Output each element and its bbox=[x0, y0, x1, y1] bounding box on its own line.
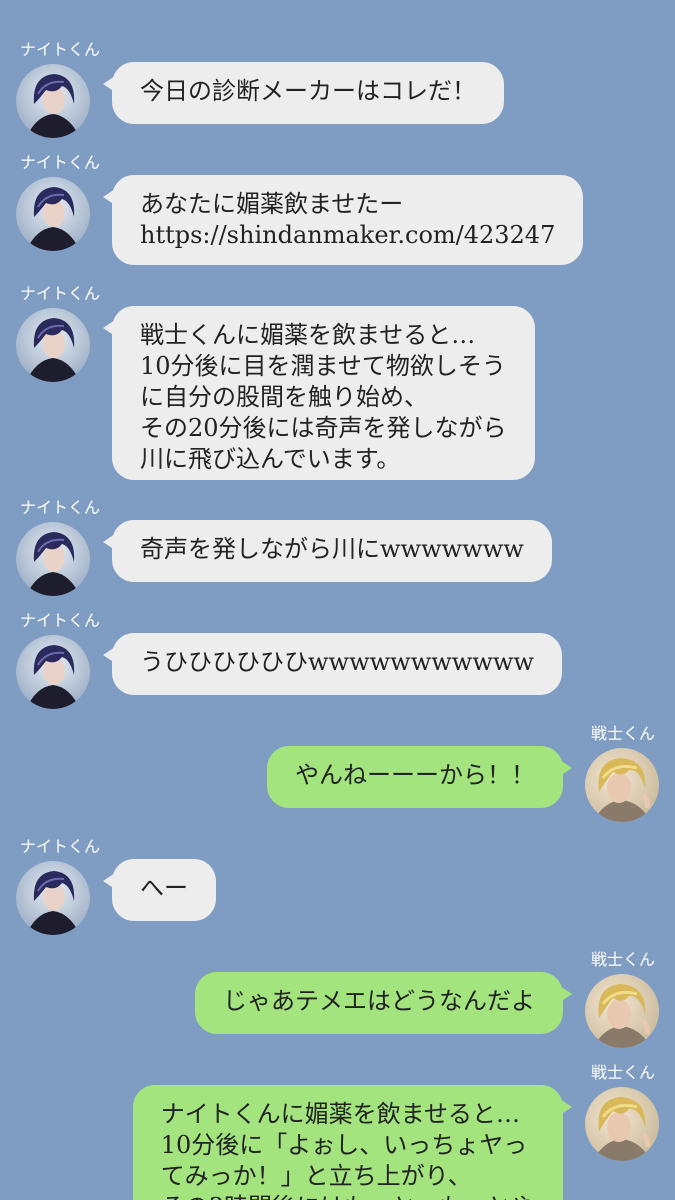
knight-avatar-icon[interactable] bbox=[16, 861, 90, 935]
message-line: へー bbox=[140, 874, 188, 902]
warrior-avatar-icon[interactable] bbox=[585, 974, 659, 1048]
message-line: 戦士くんに媚薬を飲ませると… bbox=[140, 321, 476, 349]
knight-avatar-icon[interactable] bbox=[16, 177, 90, 251]
message-line: あなたに媚薬飲ませたー bbox=[140, 190, 404, 218]
warrior-avatar-icon[interactable] bbox=[585, 1087, 659, 1161]
warrior-avatar-icon[interactable] bbox=[585, 748, 659, 822]
sender-name: 戦士くん bbox=[590, 950, 655, 969]
message-line: 10分後に「よぉし、いっちょヤっ bbox=[160, 1131, 528, 1159]
sender-name: ナイトくん bbox=[20, 153, 101, 172]
message-line: に自分の股間を触り始め、 bbox=[140, 383, 428, 411]
message-line: 今日の診断メーカーはコレだ！ bbox=[140, 77, 476, 105]
message-line: ナイトくんに媚薬を飲ませると… bbox=[160, 1100, 520, 1128]
knight-avatar-icon[interactable] bbox=[16, 308, 90, 382]
sender-name: ナイトくん bbox=[20, 40, 101, 59]
message-bubble: やんねーーーから！！ bbox=[267, 746, 572, 808]
sender-name: ナイトくん bbox=[20, 498, 101, 517]
message-bubble: 奇声を発しながら川にwwwwwww bbox=[103, 520, 552, 582]
knight-avatar-icon[interactable] bbox=[16, 522, 90, 596]
sender-name: ナイトくん bbox=[20, 611, 101, 630]
message-bubble: ナイトくんに媚薬を飲ませると… 10分後に「よぉし、いっちょヤっ てみっか！」と… bbox=[132, 1085, 573, 1200]
chat-area[interactable]: ナイトくん 今日の診断メーカーはコレだ！ ナイトくん あなたに媚薬飲ませたー h… bbox=[0, 0, 675, 1200]
message-line: その20分後には奇声を発しながら bbox=[140, 414, 507, 442]
message-link[interactable]: https://shindanmaker.com/423247 bbox=[140, 220, 555, 251]
sender-name: ナイトくん bbox=[20, 284, 101, 303]
message-bubble: 今日の診断メーカーはコレだ！ bbox=[103, 62, 504, 124]
message-bubble: あなたに媚薬飲ませたー https://shindanmaker.com/423… bbox=[102, 175, 584, 265]
message-line: 奇声を発しながら川にwwwwwww bbox=[140, 535, 524, 563]
sender-name: 戦士くん bbox=[590, 1063, 655, 1082]
message-line: 10分後に目を潤ませて物欲しそう bbox=[140, 352, 506, 380]
message-line: てみっか！」と立ち上がり、 bbox=[160, 1162, 472, 1190]
message-bubble: へー bbox=[103, 859, 216, 921]
message-bubble: 戦士くんに媚薬を飲ませると… 10分後に目を潤ませて物欲しそう に自分の股間を触… bbox=[103, 306, 535, 480]
message-bubble: うひひひひひひwwwwwwwwwww bbox=[103, 633, 562, 695]
message-line: やんねーーーから！！ bbox=[295, 761, 535, 789]
knight-avatar-icon[interactable] bbox=[16, 64, 90, 138]
message-bubble: じゃあテメエはどうなんだよ bbox=[195, 972, 572, 1034]
message-line: じゃあテメエはどうなんだよ bbox=[223, 987, 535, 1015]
message-line: その3時間後にはもっと、もっとや bbox=[161, 1192, 535, 1200]
sender-name: ナイトくん bbox=[20, 837, 101, 856]
sender-name: 戦士くん bbox=[590, 724, 655, 743]
knight-avatar-icon[interactable] bbox=[16, 635, 90, 709]
message-line: 川に飛び込んでいます。 bbox=[140, 445, 401, 473]
message-line: うひひひひひひwwwwwwwwwww bbox=[140, 648, 534, 676]
